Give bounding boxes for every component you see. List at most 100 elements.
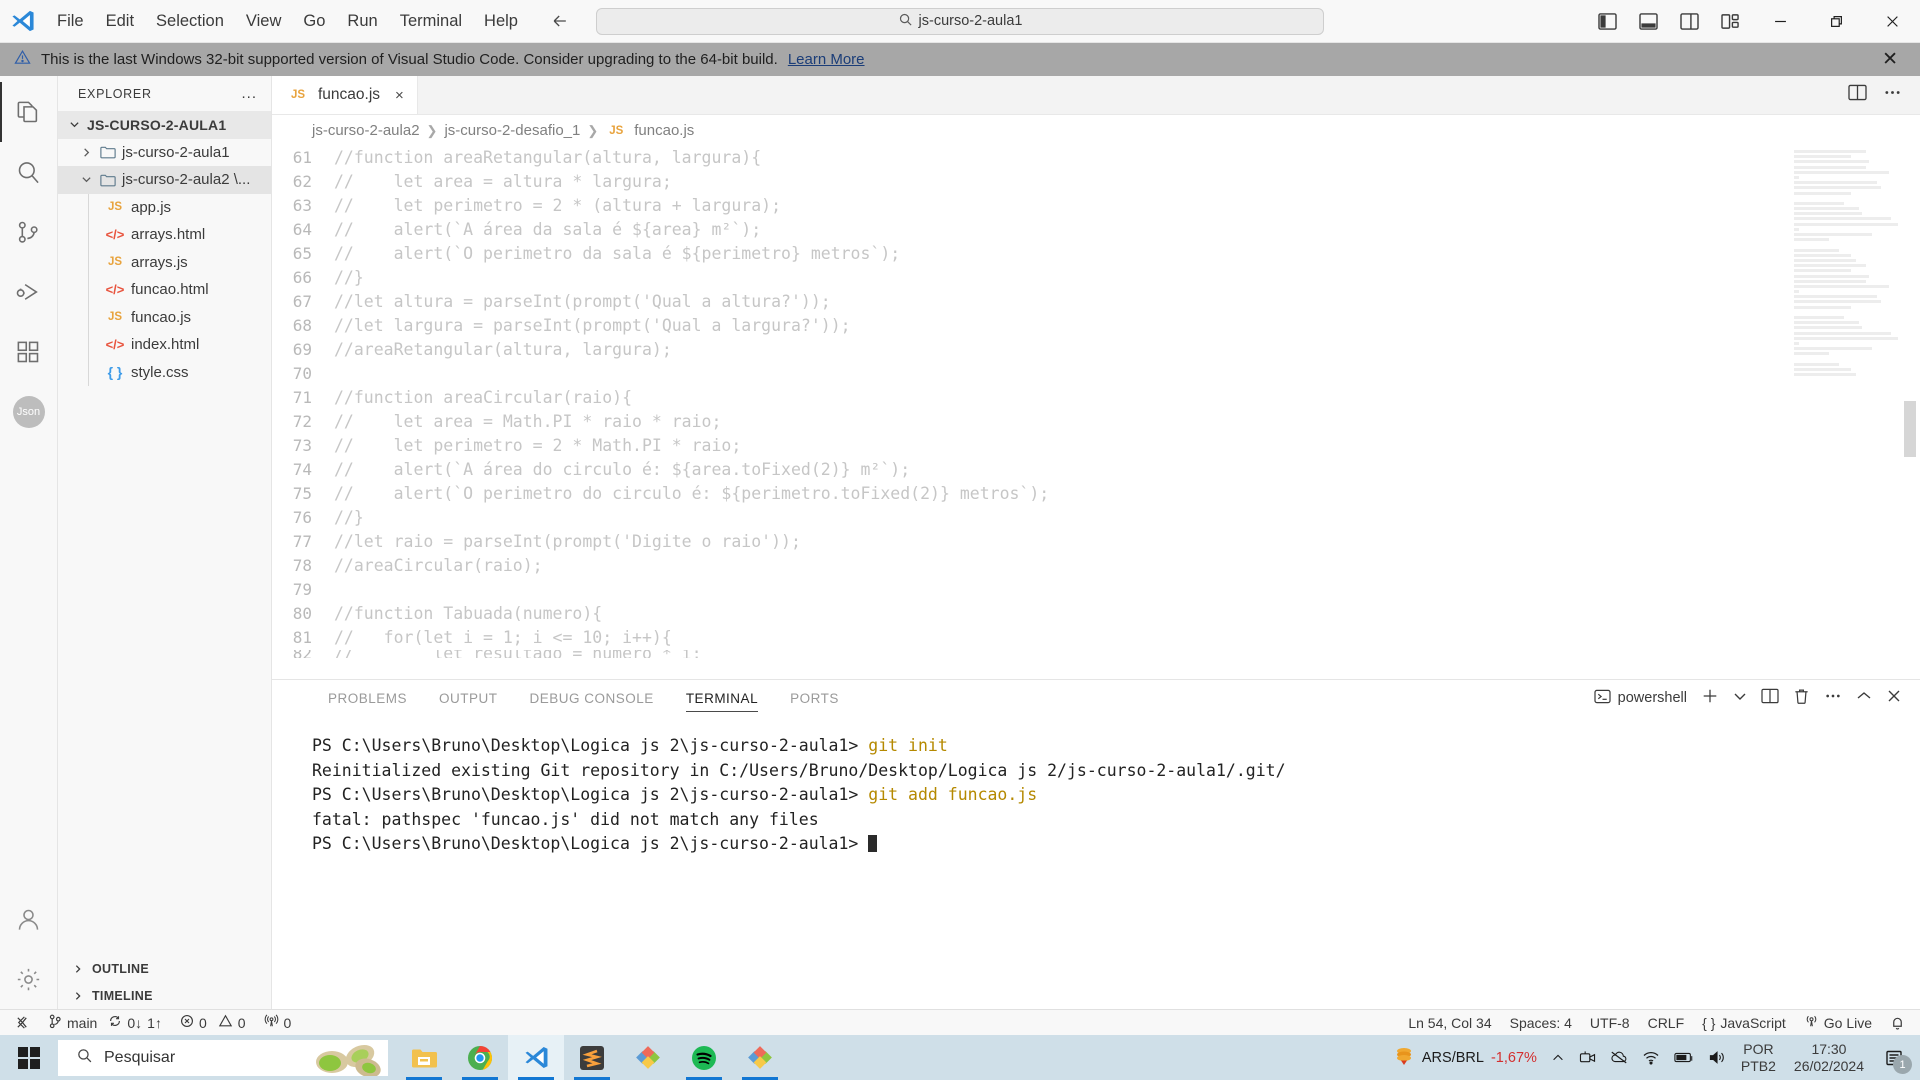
taskbar-spotify-icon[interactable]	[676, 1035, 732, 1080]
maximize-panel-icon[interactable]	[1856, 689, 1872, 707]
terminal-output[interactable]: PS C:\Users\Bruno\Desktop\Logica js 2\js…	[272, 716, 1920, 1009]
more-actions-icon[interactable]	[1883, 84, 1902, 106]
split-editor-icon[interactable]	[1848, 84, 1867, 106]
close-panel-icon[interactable]	[1886, 688, 1902, 708]
activity-search-icon[interactable]	[0, 142, 58, 202]
customize-layout-icon[interactable]	[1716, 7, 1744, 35]
workspace-root-row[interactable]: JS-CURSO-2-AULA1	[58, 111, 271, 139]
chevron-down-icon[interactable]	[1733, 689, 1747, 707]
tab-output[interactable]: OUTPUT	[423, 680, 514, 716]
show-hidden-icons-chevron[interactable]	[1544, 1035, 1572, 1080]
indentation[interactable]: Spaces: 4	[1501, 1010, 1581, 1036]
kill-terminal-icon[interactable]	[1793, 688, 1810, 709]
breadcrumb-item-0[interactable]: js-curso-2-aula2	[312, 122, 420, 139]
minimap-line	[1794, 316, 1844, 319]
sidebar-more-actions-icon[interactable]: ...	[241, 85, 257, 102]
menu-go[interactable]: Go	[292, 7, 336, 35]
learn-more-link[interactable]: Learn More	[788, 51, 865, 68]
file-row-funcao-html[interactable]: </> funcao.html	[58, 276, 271, 304]
minimap-line	[1794, 186, 1881, 190]
remote-window-button[interactable]	[6, 1010, 39, 1036]
camera-icon[interactable]	[1572, 1035, 1603, 1080]
toggle-secondary-sidebar-icon[interactable]	[1675, 7, 1703, 35]
activity-source-control-icon[interactable]	[0, 202, 58, 262]
taskbar-sublime-text-icon[interactable]	[564, 1035, 620, 1080]
menu-view[interactable]: View	[235, 7, 292, 35]
code-line: 76 //}	[272, 506, 1920, 530]
minimap[interactable]	[1794, 150, 1898, 377]
windows-start-icon[interactable]	[0, 1035, 58, 1080]
menu-terminal[interactable]: Terminal	[389, 7, 473, 35]
taskbar-app-icon-diamond-1[interactable]	[620, 1035, 676, 1080]
sync-icon	[108, 1014, 122, 1031]
file-row-funcao-js[interactable]: JS funcao.js	[58, 303, 271, 332]
tab-funcao-js[interactable]: JS funcao.js ×	[272, 76, 418, 114]
new-terminal-icon[interactable]	[1701, 687, 1719, 709]
taskbar-file-explorer-icon[interactable]	[396, 1035, 452, 1080]
branch-status[interactable]: main 0↓ 1↑	[39, 1010, 171, 1036]
section-timeline[interactable]: TIMELINE	[58, 982, 271, 1009]
notifications-bell-icon[interactable]	[1881, 1010, 1914, 1036]
menu-run[interactable]: Run	[336, 7, 388, 35]
workbench-body: Json EXPLORER ... JS-CURSO-2-AULA1 js-cu…	[0, 76, 1920, 1009]
folder-row-js-curso-2-aula2[interactable]: js-curso-2-aula2 \...	[58, 166, 271, 194]
menu-help[interactable]: Help	[473, 7, 529, 35]
file-row-style-css[interactable]: { } style.css	[58, 358, 271, 387]
activity-run-debug-icon[interactable]	[0, 262, 58, 322]
menu-selection[interactable]: Selection	[145, 7, 235, 35]
taskbar-app-icon-diamond-2[interactable]	[732, 1035, 788, 1080]
activity-extensions-icon[interactable]	[0, 322, 58, 382]
activity-settings-gear-icon[interactable]	[0, 949, 58, 1009]
problems-status[interactable]: 0 0	[171, 1010, 255, 1036]
tab-ports[interactable]: PORTS	[774, 680, 855, 716]
activity-explorer-icon[interactable]	[0, 82, 58, 142]
tab-problems[interactable]: PROBLEMS	[312, 680, 423, 716]
ports-status[interactable]: 0	[255, 1010, 301, 1036]
editor-scrollbar[interactable]	[1904, 401, 1916, 457]
file-row-arrays-html[interactable]: </> arrays.html	[58, 221, 271, 249]
taskbar-google-chrome-icon[interactable]	[452, 1035, 508, 1080]
command-center-search[interactable]: js-curso-2-aula1	[596, 7, 1324, 35]
section-outline[interactable]: OUTLINE	[58, 955, 271, 982]
breadcrumb-item-2[interactable]: funcao.js	[634, 122, 694, 139]
close-icon[interactable]: ✕	[1874, 48, 1906, 71]
tab-debug-console[interactable]: DEBUG CONSOLE	[514, 680, 670, 716]
menu-edit[interactable]: Edit	[95, 7, 145, 35]
more-actions-icon[interactable]	[1824, 688, 1842, 708]
arrow-left-icon[interactable]	[549, 10, 571, 32]
taskbar-search-box[interactable]: Pesquisar	[58, 1039, 388, 1076]
restore-button[interactable]	[1808, 0, 1864, 43]
file-row-app-js[interactable]: JS app.js	[58, 193, 271, 222]
code-editor[interactable]: 61 //function areaRetangular(altura, larg…	[272, 146, 1920, 679]
go-live-button[interactable]: Go Live	[1795, 1010, 1881, 1036]
close-button[interactable]	[1864, 0, 1920, 43]
language-indicator[interactable]: POR PTB2	[1733, 1041, 1784, 1075]
terminal-shell-selector[interactable]: powershell	[1594, 689, 1687, 708]
file-row-arrays-js[interactable]: JS arrays.js	[58, 248, 271, 277]
onedrive-offline-icon[interactable]	[1603, 1035, 1635, 1080]
volume-icon[interactable]	[1701, 1035, 1733, 1080]
activity-account-icon[interactable]	[0, 889, 58, 949]
battery-icon[interactable]	[1667, 1035, 1701, 1080]
menu-file[interactable]: File	[46, 7, 95, 35]
stock-ticker[interactable]: ARS/BRL -1,67%	[1386, 1035, 1544, 1080]
toggle-panel-icon[interactable]	[1634, 7, 1662, 35]
file-row-index-html[interactable]: </> index.html	[58, 331, 271, 359]
taskbar-visual-studio-code-icon[interactable]	[508, 1035, 564, 1080]
close-icon[interactable]: ×	[395, 87, 404, 104]
line-text: //let raio = parseInt(prompt('Digite o r…	[334, 532, 801, 551]
clock[interactable]: 17:30 26/02/2024	[1784, 1041, 1874, 1075]
language-mode[interactable]: { } JavaScript	[1693, 1010, 1795, 1036]
cursor-position[interactable]: Ln 54, Col 34	[1399, 1010, 1500, 1036]
eol-sequence[interactable]: CRLF	[1639, 1010, 1694, 1036]
breadcrumb-item-1[interactable]: js-curso-2-desafio_1	[444, 122, 580, 139]
split-terminal-icon[interactable]	[1761, 688, 1779, 708]
wifi-icon[interactable]	[1635, 1035, 1667, 1080]
folder-row-js-curso-2-aula1[interactable]: js-curso-2-aula1	[58, 139, 271, 167]
toggle-primary-sidebar-icon[interactable]	[1593, 7, 1621, 35]
encoding[interactable]: UTF-8	[1581, 1010, 1639, 1036]
notification-center-icon[interactable]: 1	[1874, 1035, 1914, 1080]
minimize-button[interactable]	[1752, 0, 1808, 43]
tab-terminal[interactable]: TERMINAL	[670, 680, 774, 716]
json-badge[interactable]: Json	[0, 382, 58, 442]
